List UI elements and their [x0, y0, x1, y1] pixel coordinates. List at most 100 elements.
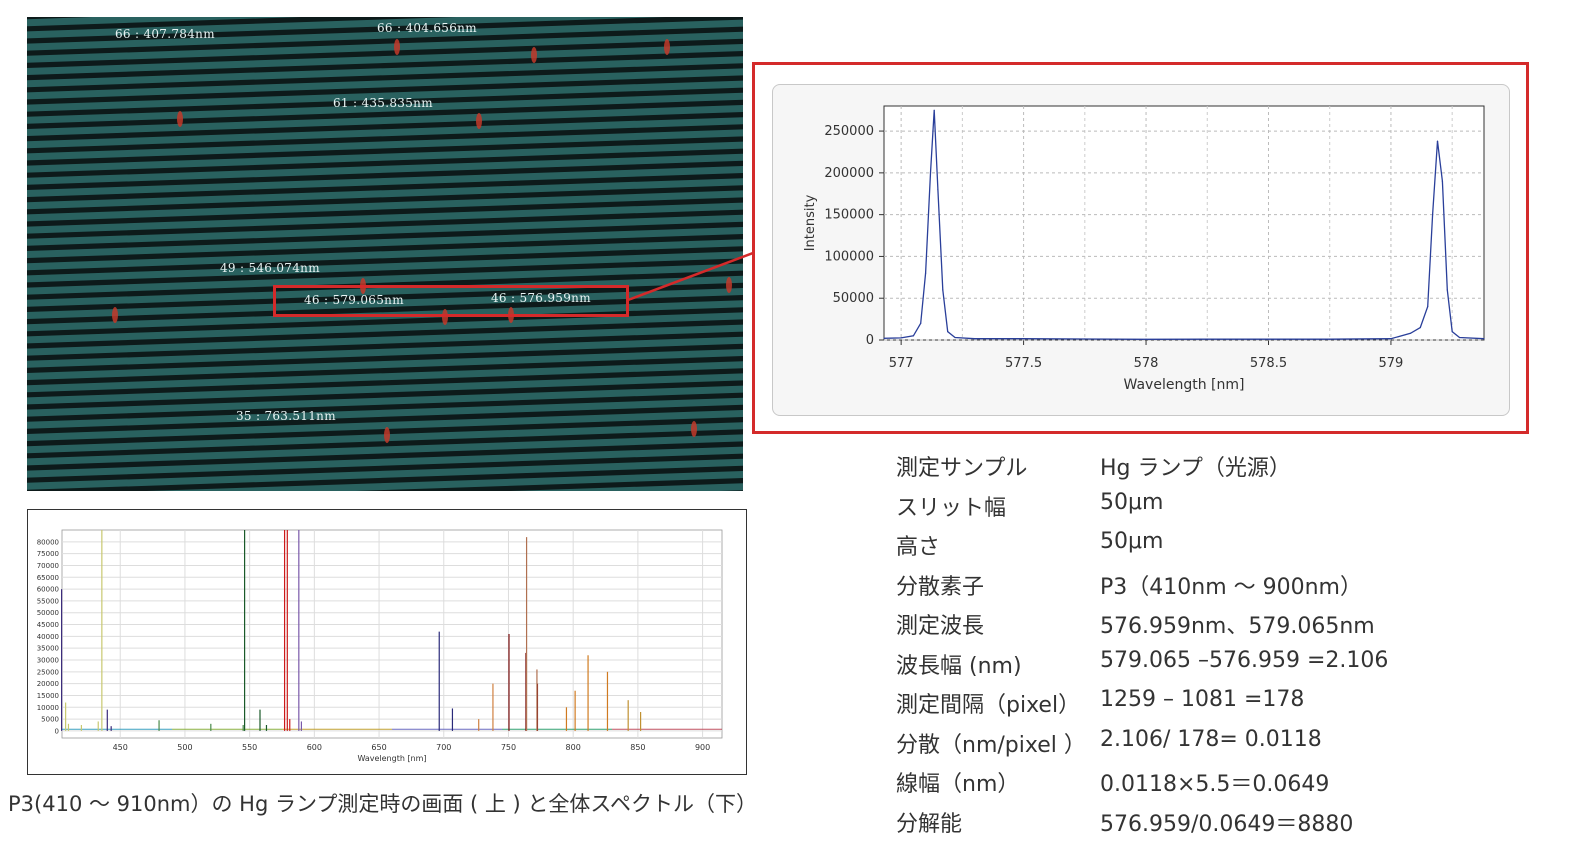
- y-tick-label: 5000: [41, 716, 59, 724]
- x-tick-label: 500: [177, 743, 192, 752]
- data-point: [1084, 338, 1086, 340]
- spec-label: 高さ: [896, 535, 941, 560]
- y-tick-label: 70000: [37, 562, 59, 570]
- emission-spot: [394, 39, 400, 55]
- data-point: [912, 335, 914, 337]
- emission-spot: [531, 47, 537, 63]
- y-tick-label: 50000: [833, 291, 874, 306]
- data-point: [1329, 338, 1331, 340]
- x-tick-label: 900: [695, 743, 710, 752]
- zoom-spectrum-chart: 577 577.5 578 578.5 579 0 50000 100000 150000 200…: [803, 105, 1485, 393]
- y-tick-label: 75000: [37, 550, 59, 558]
- x-tick-label: 578: [1134, 356, 1159, 371]
- x-tick-label: 579: [1379, 356, 1404, 371]
- y-tick-label: 35000: [37, 645, 59, 653]
- y-tick-label: 150000: [824, 208, 874, 223]
- x-tick-label: 800: [566, 743, 581, 752]
- spec-value: 576.959nm、579.065nm: [1100, 614, 1375, 639]
- spec-label: 測定間隔（pixel）: [896, 693, 1081, 718]
- spec-label: 測定サンプル: [896, 456, 1028, 481]
- emission-spot: [664, 39, 670, 55]
- spec-label: 分散素子: [896, 575, 985, 600]
- y-tick-label: 40000: [37, 633, 59, 641]
- line-label: 61 : 435.835nm: [333, 96, 433, 110]
- emission-spot: [476, 113, 482, 129]
- y-tick-label: 0: [55, 727, 59, 735]
- data-point: [1409, 332, 1412, 334]
- spec-value: 2.106/ 178= 0.0118: [1100, 727, 1322, 752]
- x-axis-label: Wavelength [nm]: [1124, 377, 1245, 393]
- emission-spot: [177, 111, 183, 127]
- spec-value: 0.0118×5.5＝0.0649: [1100, 772, 1330, 797]
- data-point: [1390, 338, 1392, 340]
- data-point: [933, 109, 935, 111]
- y-tick-label: 55000: [37, 597, 59, 605]
- emission-spot: [384, 427, 390, 443]
- data-point: [1436, 140, 1439, 142]
- data-point: [954, 336, 956, 339]
- spec-value: 50μm: [1100, 490, 1164, 515]
- data-point: [1483, 338, 1485, 340]
- data-point: [1206, 338, 1208, 340]
- spec-label: 線幅（nm）: [896, 772, 1020, 797]
- zoom-chart-panel: 577 577.5 578 578.5 579 0 50000 100000 150000 200…: [772, 84, 1510, 416]
- data-point: [929, 172, 932, 174]
- x-tick-label: 850: [630, 743, 645, 752]
- spec-label: 波長幅 (nm): [896, 654, 1022, 679]
- spec-label: 分解能: [896, 812, 963, 837]
- x-tick-label: 577.5: [1005, 356, 1042, 371]
- data-point: [1145, 338, 1147, 340]
- x-tick-label: 578.5: [1250, 356, 1287, 371]
- data-point: [1023, 338, 1025, 340]
- full-spectrum-chart-frame: 450 500 550 600 650 700 750 800 850 900 0 5000 10000…: [27, 509, 747, 775]
- y-tick-label: 20000: [37, 680, 59, 688]
- emission-spot: [112, 307, 118, 323]
- spec-value: 576.959/0.0649＝8880: [1100, 812, 1354, 837]
- spec-value: Hg ランプ（光源）: [1100, 456, 1291, 481]
- y-tick-label: 45000: [37, 621, 59, 629]
- y-tick-label: 50000: [37, 609, 59, 617]
- x-tick-label: 750: [501, 743, 516, 752]
- data-point: [1419, 326, 1421, 329]
- data-point: [883, 337, 885, 339]
- full-spectrum-chart: 450 500 550 600 650 700 750 800 850 900 0 5000 10000…: [37, 529, 723, 763]
- data-point: [974, 338, 976, 340]
- spec-label: 分散（nm/pixel ）: [896, 733, 1086, 758]
- data-point: [1267, 338, 1270, 340]
- y-tick-label: 80000: [37, 538, 59, 546]
- data-point: [1451, 331, 1453, 333]
- data-point: [1458, 336, 1461, 339]
- x-tick-label: 550: [242, 743, 257, 752]
- y-tick-label: 100000: [824, 249, 874, 264]
- data-point: [937, 189, 939, 191]
- x-tick-label: 577: [889, 356, 914, 371]
- data-point: [1427, 306, 1429, 308]
- data-point: [920, 322, 922, 324]
- y-tick-label: 250000: [824, 124, 874, 139]
- data-point: [925, 272, 927, 274]
- x-tick-label: 650: [371, 743, 386, 752]
- line-label: 35 : 763.511nm: [236, 409, 336, 423]
- x-tick-label: 600: [307, 743, 322, 752]
- emission-spot: [691, 421, 697, 437]
- y-tick-label: 200000: [824, 166, 874, 181]
- spec-value: 1259 – 1081 =178: [1100, 687, 1305, 712]
- y-tick-label: 30000: [37, 657, 59, 665]
- data-point: [900, 337, 902, 339]
- data-point: [1446, 289, 1448, 291]
- y-axis-label: Intensity: [803, 194, 818, 251]
- spec-value: 579.065 –576.959 =2.106: [1100, 648, 1389, 673]
- line-label: 66 : 407.784nm: [115, 27, 215, 41]
- y-tick-label: 0: [866, 333, 874, 348]
- line-label: 49 : 546.074nm: [220, 261, 320, 275]
- figure-caption: P3(410 〜 910nm）の Hg ランプ測定時の画面 ( 上 ) と全体ス…: [8, 792, 757, 816]
- x-tick-label: 450: [113, 743, 128, 752]
- highlight-box: [273, 285, 629, 317]
- spec-label: スリット幅: [896, 496, 1007, 521]
- y-tick-label: 65000: [37, 574, 59, 582]
- y-tick-label: 60000: [37, 586, 59, 594]
- data-point: [947, 331, 949, 333]
- y-tick-label: 10000: [37, 704, 59, 712]
- x-tick-label: 700: [436, 743, 451, 752]
- spec-label: 測定波長: [896, 614, 985, 639]
